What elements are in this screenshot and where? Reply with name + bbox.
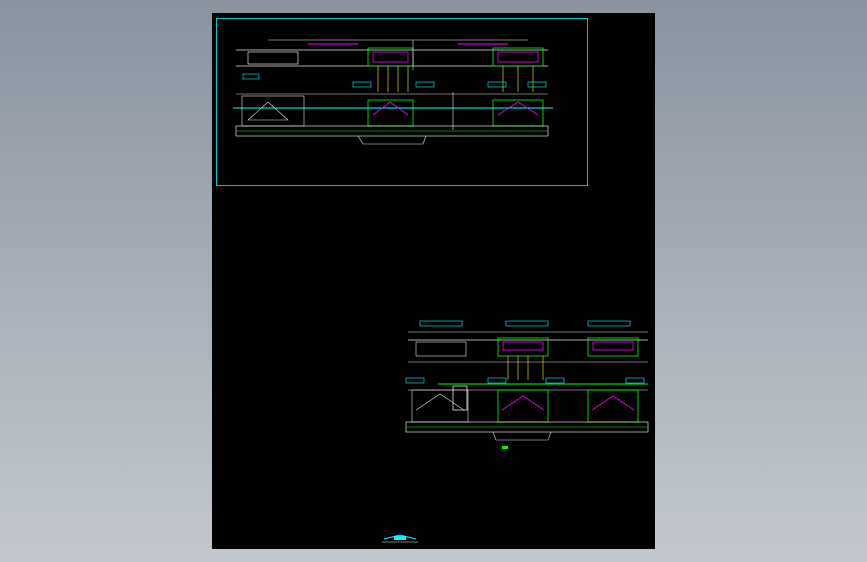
unit-box bbox=[241, 95, 305, 127]
header-tags bbox=[419, 320, 631, 327]
unit-box bbox=[247, 51, 299, 65]
unit-box bbox=[497, 337, 549, 357]
label-tags bbox=[405, 377, 645, 384]
column bbox=[452, 385, 468, 411]
unit-box bbox=[411, 389, 469, 423]
unit-box bbox=[497, 389, 549, 423]
truss bbox=[591, 395, 635, 411]
truss bbox=[415, 393, 465, 411]
view-marker bbox=[502, 446, 508, 449]
vertical-members bbox=[507, 356, 544, 380]
truss bbox=[247, 101, 289, 121]
unit-box bbox=[587, 389, 639, 423]
unit-box bbox=[367, 47, 414, 67]
unit-box bbox=[587, 337, 639, 357]
unit-box bbox=[367, 99, 414, 127]
footing bbox=[357, 135, 427, 145]
unit-box bbox=[502, 341, 544, 351]
unit-box bbox=[372, 51, 409, 63]
upper-drawing bbox=[233, 39, 553, 145]
unit-box bbox=[415, 341, 467, 357]
legend-mark bbox=[382, 534, 418, 543]
unit-box bbox=[497, 51, 539, 63]
vertical-members bbox=[377, 66, 534, 92]
footing bbox=[492, 431, 552, 441]
unit-box bbox=[592, 341, 634, 351]
lower-drawing bbox=[405, 320, 649, 449]
label-tags bbox=[242, 73, 547, 88]
unit-box bbox=[492, 47, 544, 67]
truss bbox=[501, 395, 545, 411]
